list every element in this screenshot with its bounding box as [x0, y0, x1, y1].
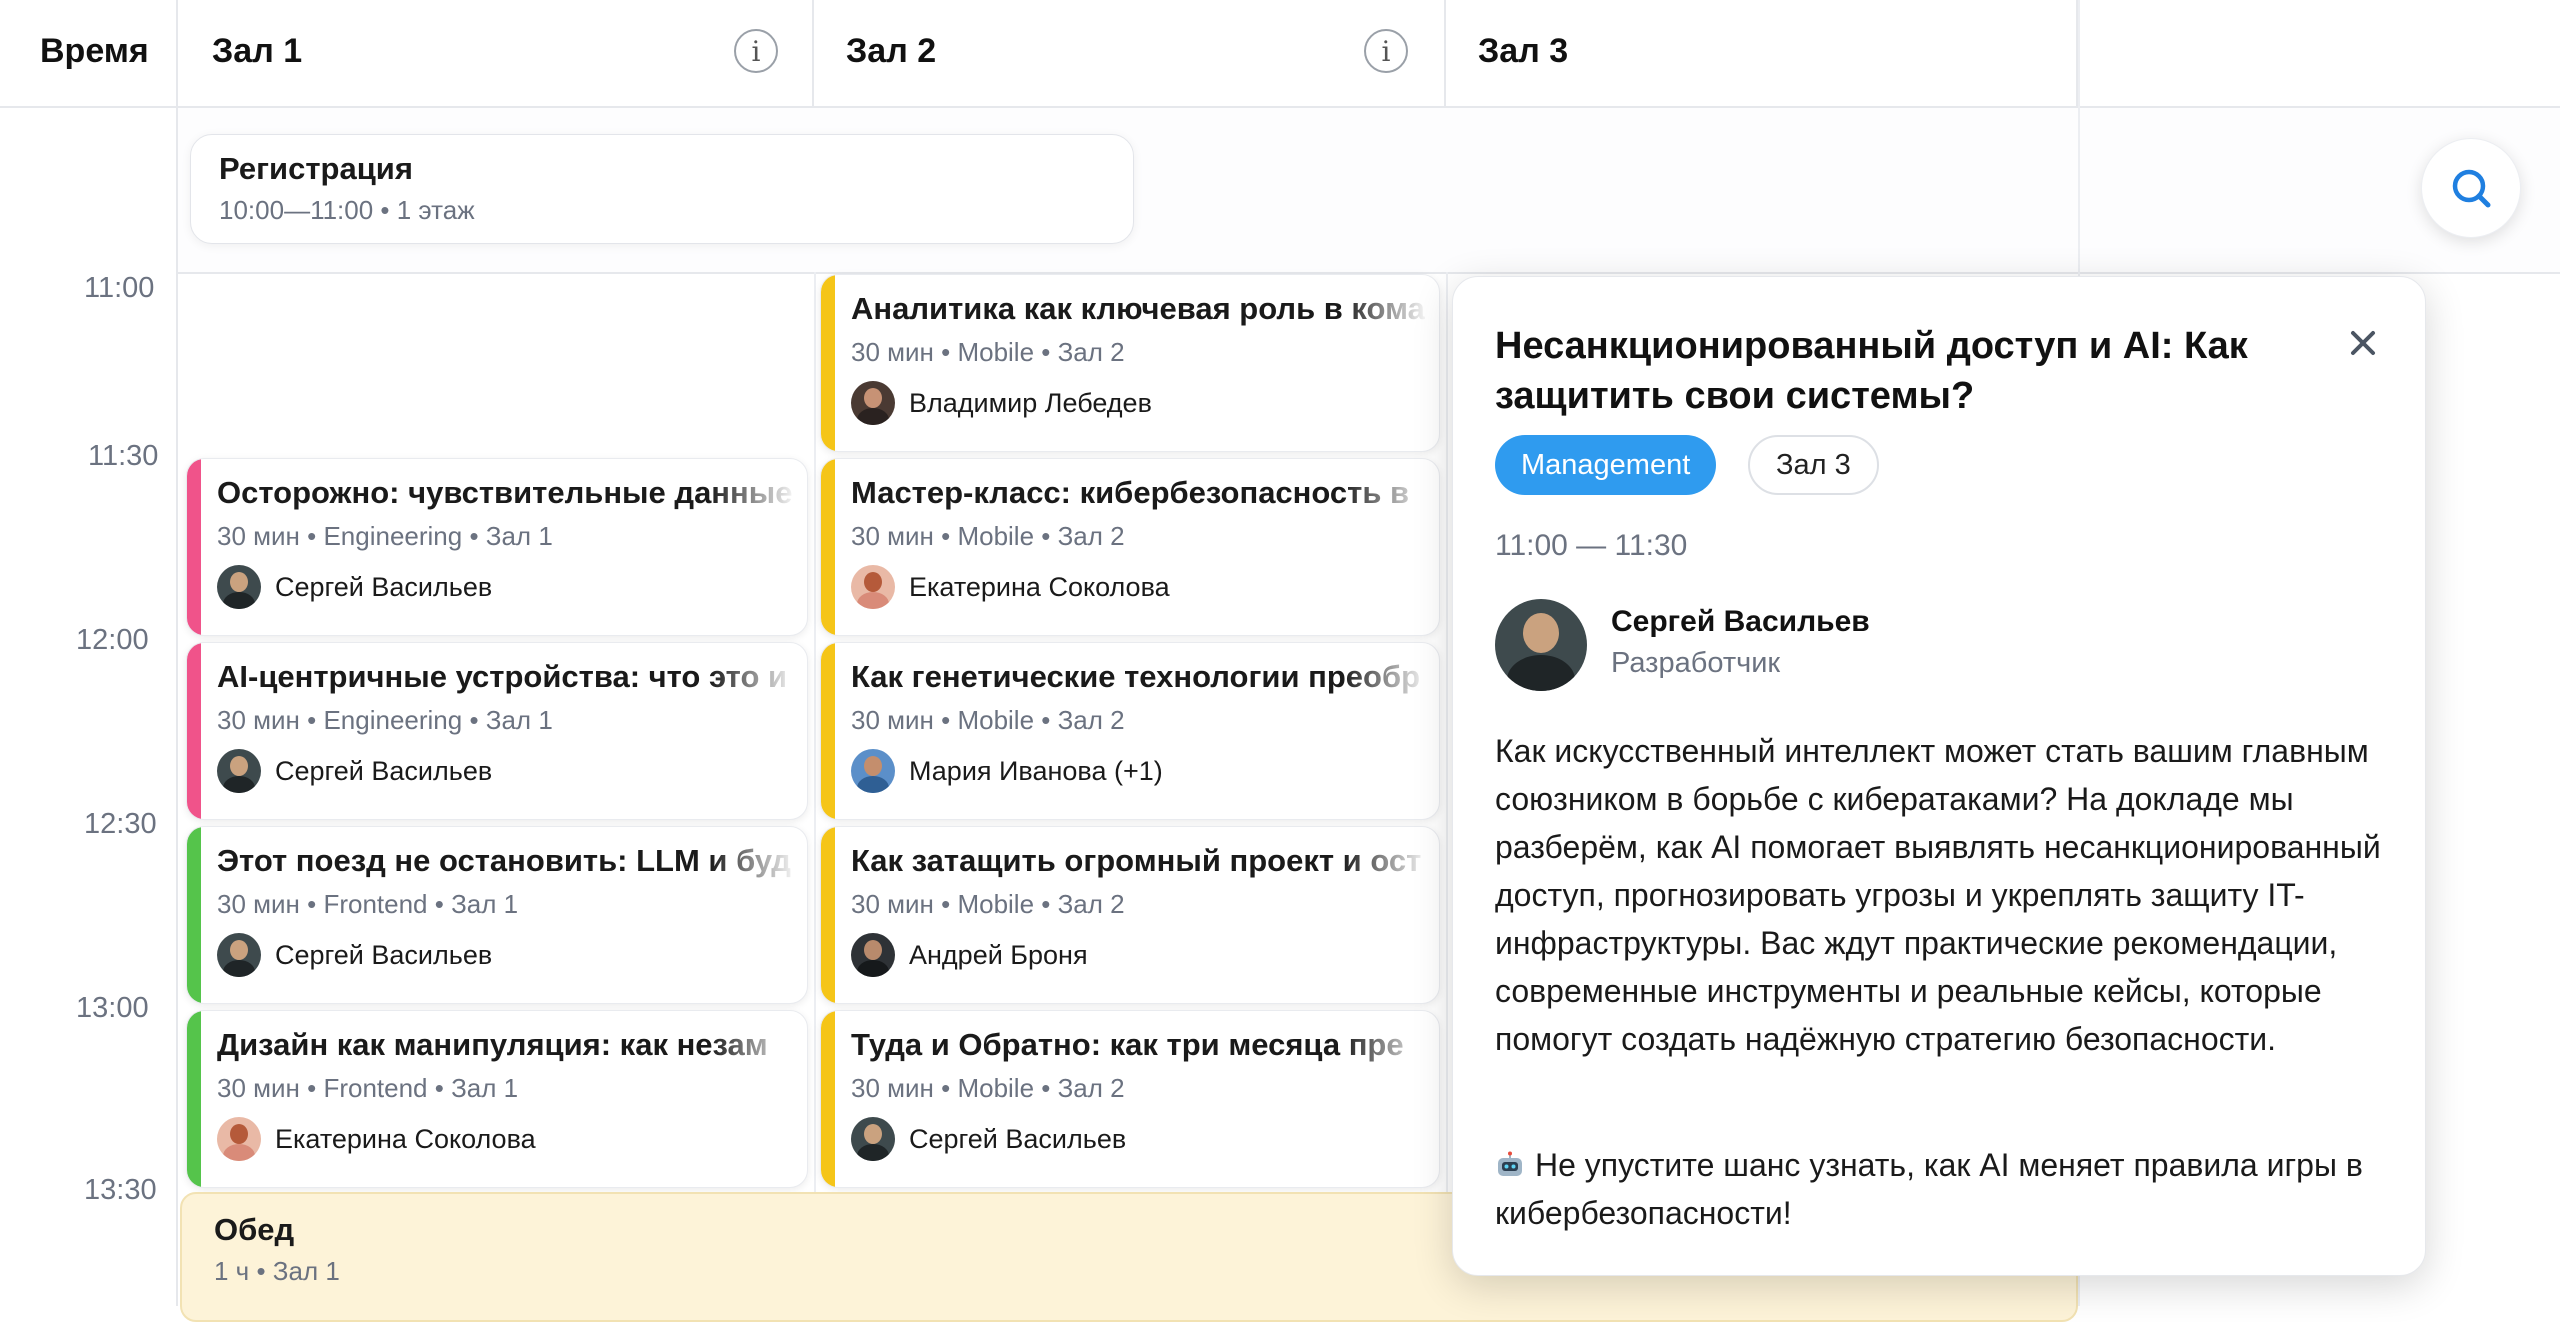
- session-meta: 30 мин • Mobile • Зал 2: [851, 889, 1125, 919]
- track-color-bar: [821, 275, 835, 451]
- track-color-bar: [821, 459, 835, 635]
- session-meta: 30 мин • Engineering • Зал 1: [217, 521, 553, 551]
- hall-chip[interactable]: Зал 3: [1748, 435, 1879, 495]
- avatar: [851, 565, 895, 609]
- session-card[interactable]: Дизайн как манипуляция: как незам 30 мин…: [186, 1010, 808, 1188]
- avatar: [1495, 599, 1587, 691]
- avatar: [851, 749, 895, 793]
- session-card[interactable]: Осторожно: чувствительные данные 30 мин …: [186, 458, 808, 636]
- column-divider: [814, 272, 816, 1192]
- session-title: AI-центричные устройства: что это и: [217, 659, 788, 694]
- session-card[interactable]: Как затащить огромный проект и ост 30 ми…: [820, 826, 1440, 1004]
- speaker-name: Владимир Лебедев: [909, 387, 1152, 418]
- popup-time: 11:00 — 11:30: [1495, 529, 1688, 562]
- avatar: [851, 1117, 895, 1161]
- session-card[interactable]: Туда и Обратно: как три месяца пре 30 ми…: [820, 1010, 1440, 1188]
- session-detail-popup: Несанкционированный доступ и AI: Как защ…: [1452, 276, 2426, 1276]
- time-header-label: Время: [40, 32, 149, 70]
- robot-icon: [1498, 1151, 1522, 1176]
- speaker[interactable]: Екатерина Соколова: [217, 1117, 536, 1161]
- popup-call-to-action: Не упустите шанс узнать, как AI меняет п…: [1495, 1141, 2395, 1237]
- speaker[interactable]: Екатерина Соколова: [851, 565, 1170, 609]
- speaker-name: Андрей Броня: [909, 939, 1088, 970]
- session-title: Дизайн как манипуляция: как незам: [217, 1027, 768, 1062]
- time-column-header: Время: [0, 0, 178, 106]
- speaker-role: Разработчик: [1611, 647, 1781, 679]
- session-title: Как генетические технологии преобр: [851, 659, 1421, 694]
- speaker-name: Сергей Васильев: [275, 755, 493, 786]
- avatar: [217, 1117, 261, 1161]
- speaker-name: Екатерина Соколова: [909, 571, 1170, 602]
- speaker[interactable]: Сергей Васильев: [217, 933, 492, 977]
- speaker-name: Сергей Васильев: [275, 939, 493, 970]
- session-title: Этот поезд не остановить: LLM и буд: [217, 843, 791, 878]
- cta-text: Не упустите шанс узнать, как AI меняет п…: [1495, 1147, 2363, 1231]
- registration-card[interactable]: Регистрация 10:00—11:00 • 1 этаж: [190, 134, 1134, 244]
- schedule-header: Время Зал 1 i Зал 2 i Зал 3: [0, 0, 2560, 108]
- avatar: [217, 749, 261, 793]
- track-color-bar: [187, 1011, 201, 1187]
- track-color-bar: [187, 827, 201, 1003]
- popup-title: Несанкционированный доступ и AI: Как защ…: [1495, 325, 2248, 417]
- session-meta: 30 мин • Engineering • Зал 1: [217, 705, 553, 735]
- hall-3-header: Зал 3: [1446, 0, 2078, 106]
- track-color-bar: [821, 1011, 835, 1187]
- session-title: Аналитика как ключевая роль в кома: [851, 291, 1425, 326]
- speaker[interactable]: Сергей Васильев: [217, 565, 492, 609]
- lunch-title: Обед: [214, 1212, 295, 1247]
- session-card[interactable]: Мастер-класс: кибербезопасность в 30 мин…: [820, 458, 1440, 636]
- session-meta: 30 мин • Frontend • Зал 1: [217, 1073, 519, 1103]
- session-meta: 30 мин • Mobile • Зал 2: [851, 521, 1125, 551]
- session-card[interactable]: AI-центричные устройства: что это и 30 м…: [186, 642, 808, 820]
- session-card[interactable]: Этот поезд не остановить: LLM и буд 30 м…: [186, 826, 808, 1004]
- hall-2-title: Зал 2: [846, 32, 937, 70]
- session-title: Туда и Обратно: как три месяца пре: [851, 1027, 1404, 1062]
- close-icon[interactable]: [2341, 321, 2385, 365]
- session-card[interactable]: Как генетические технологии преобр 30 ми…: [820, 642, 1440, 820]
- session-meta: 30 мин • Mobile • Зал 2: [851, 705, 1125, 735]
- search-button[interactable]: [2421, 138, 2521, 238]
- speaker[interactable]: Сергей Васильев: [217, 749, 492, 793]
- speaker-name[interactable]: Сергей Васильев: [1611, 605, 1870, 639]
- session-card[interactable]: Аналитика как ключевая роль в кома 30 ми…: [820, 274, 1440, 452]
- avatar: [851, 381, 895, 425]
- column-divider: [1446, 272, 1448, 1192]
- session-title: Мастер-класс: кибербезопасность в: [851, 475, 1410, 510]
- avatar: [217, 933, 261, 977]
- track-color-bar: [821, 643, 835, 819]
- session-title: Осторожно: чувствительные данные: [217, 475, 793, 510]
- lunch-meta: 1 ч • Зал 1: [214, 1256, 340, 1286]
- speaker[interactable]: Мария Иванова (+1): [851, 749, 1163, 793]
- speaker[interactable]: Андрей Броня: [851, 933, 1088, 977]
- registration-meta: 10:00—11:00 • 1 этаж: [219, 195, 475, 225]
- hall-3-title: Зал 3: [1478, 32, 1569, 70]
- track-color-bar: [187, 643, 201, 819]
- session-meta: 30 мин • Frontend • Зал 1: [217, 889, 519, 919]
- track-color-bar: [187, 459, 201, 635]
- hall-1-title: Зал 1: [212, 32, 303, 70]
- speaker[interactable]: Владимир Лебедев: [851, 381, 1152, 425]
- speaker[interactable]: Сергей Васильев: [851, 1117, 1126, 1161]
- speaker-name: Сергей Васильев: [275, 571, 493, 602]
- popup-description: Как искусственный интеллект может стать …: [1495, 733, 2381, 1057]
- avatar: [217, 565, 261, 609]
- hall-1-header: Зал 1 i: [178, 0, 814, 106]
- speaker-name: Мария Иванова (+1): [909, 755, 1163, 786]
- session-meta: 30 мин • Mobile • Зал 2: [851, 1073, 1125, 1103]
- avatar: [851, 933, 895, 977]
- session-title: Как затащить огромный проект и ост: [851, 843, 1422, 878]
- info-icon[interactable]: i: [1364, 29, 1408, 73]
- speaker-name: Сергей Васильев: [909, 1123, 1127, 1154]
- track-chip[interactable]: Management: [1495, 435, 1717, 495]
- info-icon[interactable]: i: [734, 29, 778, 73]
- registration-title: Регистрация: [219, 151, 413, 186]
- search-icon: [2452, 169, 2491, 208]
- session-meta: 30 мин • Mobile • Зал 2: [851, 337, 1125, 367]
- hall-2-header: Зал 2 i: [814, 0, 1446, 106]
- speaker-name: Екатерина Соколова: [275, 1123, 536, 1154]
- track-color-bar: [821, 827, 835, 1003]
